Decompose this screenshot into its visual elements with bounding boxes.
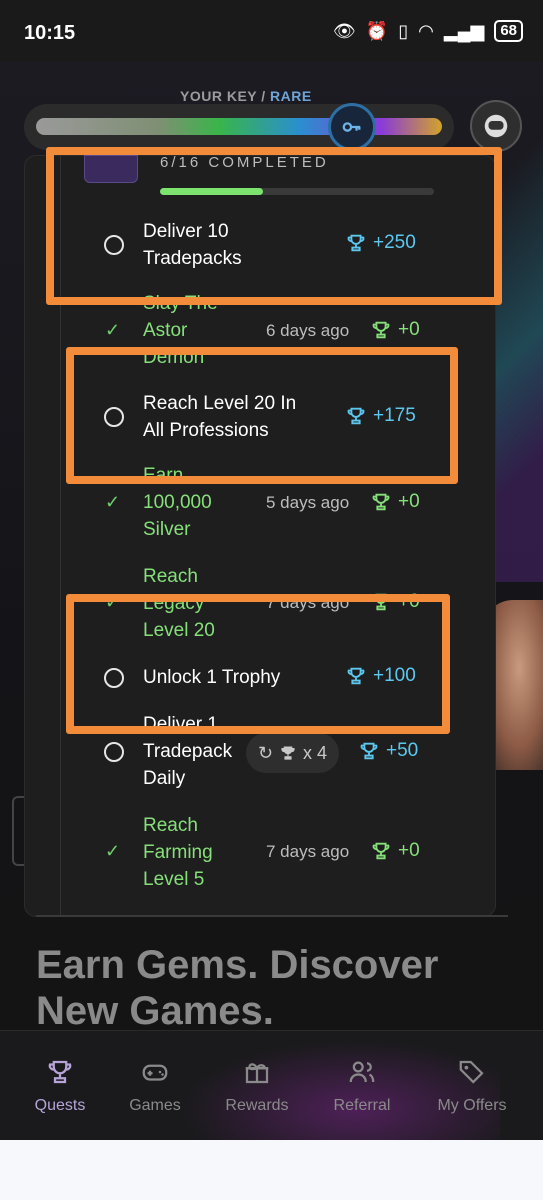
nav-item-games[interactable]: Games [105, 1057, 205, 1115]
trophy-icon [372, 321, 390, 339]
quest-title[interactable]: Reach Farming Level 5 [143, 812, 213, 893]
eye-icon: 👁 [332, 20, 356, 41]
page-headline: Earn Gems. Discover New Games. [36, 943, 439, 1033]
quest-completed-time: 6 days ago [266, 321, 350, 340]
key-label: YOUR KEY / RARE [180, 88, 312, 104]
key-rarity: RARE [270, 88, 312, 104]
trophy-icon [360, 742, 378, 760]
check-icon: ✓ [105, 841, 121, 861]
repeat-icon: ↻ [257, 742, 274, 763]
quest-reward: +0 [370, 840, 420, 862]
gift-icon [245, 1063, 269, 1084]
quest-radio[interactable] [104, 742, 124, 762]
alarm-icon: ⏰ [365, 20, 389, 41]
trophy-icon [372, 493, 390, 511]
quest-reward: +0 [370, 319, 420, 341]
gamepad-icon [142, 1064, 168, 1081]
key-icon[interactable] [328, 103, 376, 151]
system-navigation-area [0, 1140, 543, 1200]
quest-reward: +50 [358, 740, 418, 762]
quest-reward: +0 [370, 491, 420, 513]
vibrate-icon: ▯ [398, 20, 409, 41]
quest-completed-time: 5 days ago [266, 493, 350, 512]
status-time: 10:15 [24, 22, 76, 44]
nav-label: My Offers [437, 1097, 507, 1114]
nav-item-rewards[interactable]: Rewards [207, 1057, 307, 1115]
nav-item-referral[interactable]: Referral [312, 1057, 412, 1115]
highlight-box [46, 147, 502, 305]
highlight-box [66, 347, 458, 484]
nav-label: Games [129, 1097, 181, 1114]
tags-icon [459, 1060, 484, 1084]
check-icon: ✓ [105, 492, 121, 512]
signal-icon: ▂▄▆ [443, 20, 485, 41]
trophy-icon [48, 1060, 72, 1084]
key-progress-fill [36, 118, 442, 135]
check-icon: ✓ [105, 320, 121, 340]
status-bar: 10:15 👁 ⏰ ▯ ◠ ▂▄▆ 68 [0, 0, 543, 62]
repeat-count-chip: ↻ x 4 [246, 733, 339, 773]
nav-item-quests[interactable]: Quests [10, 1057, 110, 1115]
trophy-icon [281, 746, 295, 760]
highlight-box [66, 594, 450, 734]
wifi-icon: ◠ [418, 20, 434, 41]
avatar[interactable] [470, 100, 522, 152]
nav-item-my-offers[interactable]: My Offers [422, 1057, 522, 1115]
nav-label: Quests [34, 1097, 86, 1114]
trophy-icon [372, 842, 390, 860]
users-icon [349, 1061, 375, 1083]
divider [36, 915, 508, 917]
quest-completed-time: 7 days ago [266, 842, 350, 861]
nav-label: Rewards [225, 1097, 289, 1114]
battery-icon: 68 [494, 20, 523, 42]
nav-label: Referral [333, 1097, 391, 1114]
status-icons: 👁 ⏰ ▯ ◠ ▂▄▆ 68 [333, 20, 523, 42]
